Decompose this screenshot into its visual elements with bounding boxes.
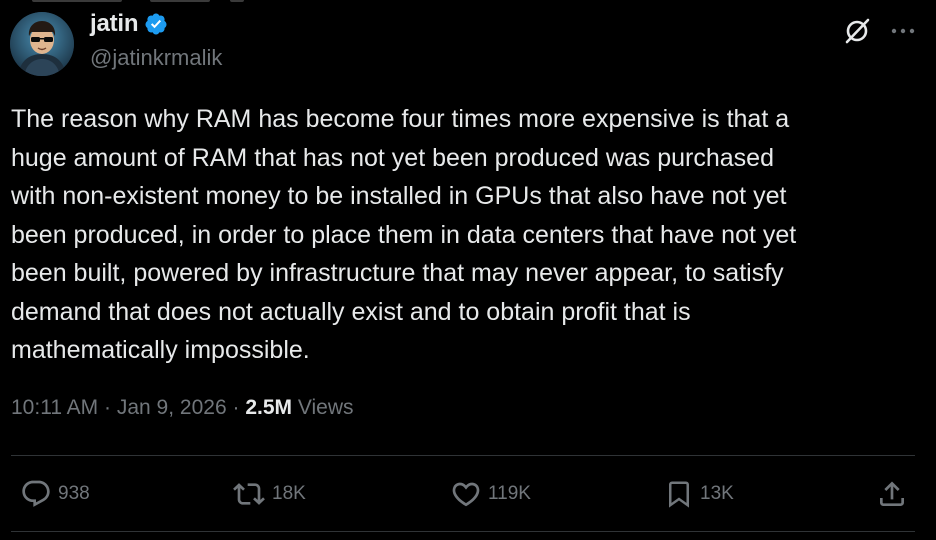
verified-badge-icon[interactable] [144,12,168,36]
avatar[interactable] [10,12,74,76]
bookmark-button[interactable]: 13K [664,478,734,510]
more-icon[interactable] [888,16,918,46]
reply-icon [22,480,50,507]
tweet-date[interactable]: Jan 9, 2026 [117,396,227,420]
repost-button[interactable]: 18K [232,478,306,510]
tweet-time[interactable]: 10:11 AM [11,396,98,420]
tweet-text: The reason why RAM has become four times… [11,105,797,364]
bookmark-count: 13K [700,483,734,504]
like-icon [452,482,480,507]
reply-count: 938 [58,483,90,504]
share-icon [880,481,904,506]
repost-icon [233,483,265,505]
avatar-image [10,12,74,76]
divider [11,531,915,532]
meta-separator: · [104,396,112,419]
tweet-meta: 10:11 AM · Jan 9, 2026 · 2.5M Views [11,396,353,420]
views-label: Views [297,396,354,419]
author-name[interactable]: jatin [90,10,139,38]
meta-separator: · [232,396,240,419]
share-button[interactable] [876,478,908,510]
like-count: 119K [488,483,531,504]
bookmark-icon [669,481,689,508]
like-button[interactable]: 119K [450,478,531,510]
divider [11,455,915,456]
author-handle[interactable]: @jatinkrmalik [90,45,222,71]
views-count: 2.5M [245,396,292,419]
previous-post-edge [0,0,936,6]
repost-count: 18K [272,483,306,504]
reply-button[interactable]: 938 [20,478,90,510]
grok-icon[interactable] [842,16,872,46]
